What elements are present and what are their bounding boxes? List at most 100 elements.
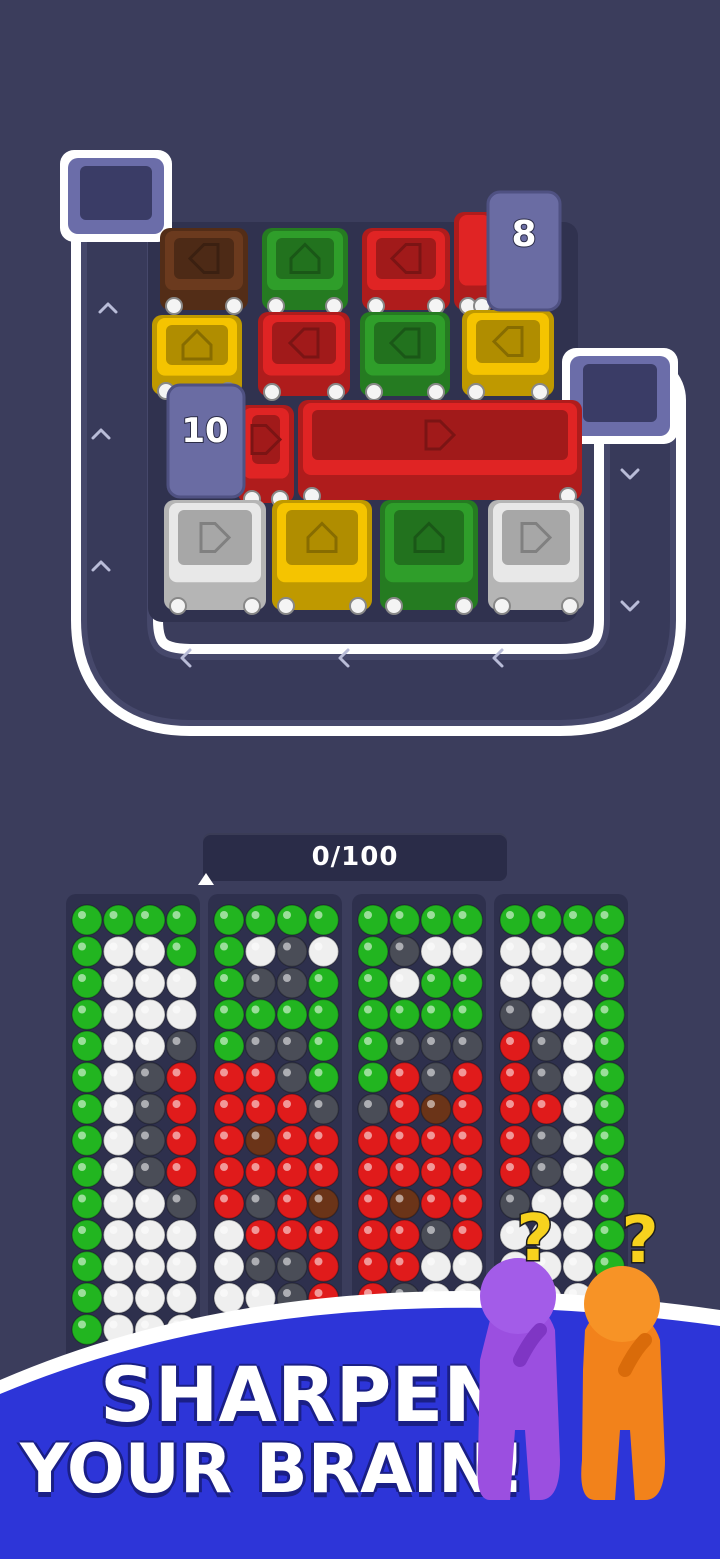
ball (213, 935, 245, 968)
truck-wheel (243, 597, 261, 615)
ball (357, 904, 389, 936)
truck-left[interactable] (360, 312, 450, 401)
ball-highlight (141, 1037, 149, 1045)
ball-highlight (600, 942, 609, 951)
ball-highlight (172, 1163, 181, 1171)
ball-highlight (283, 974, 291, 982)
counter-value-8: 8 (511, 214, 536, 255)
truck-right[interactable] (488, 500, 584, 615)
truck-right[interactable] (298, 400, 582, 505)
ball-highlight (395, 1005, 404, 1014)
ball (420, 1061, 452, 1094)
ball (499, 967, 531, 999)
truck-left[interactable] (160, 228, 248, 315)
ball (357, 1061, 389, 1094)
ball (593, 935, 626, 968)
ball (388, 1030, 421, 1062)
ball-highlight (220, 1194, 228, 1203)
ball (420, 1030, 452, 1062)
ball (388, 935, 421, 968)
ball-highlight (364, 974, 372, 982)
ball (71, 1156, 103, 1188)
ball (530, 998, 563, 1031)
ball-highlight (395, 1194, 404, 1203)
ball (244, 1030, 277, 1062)
ball-highlight (78, 1163, 86, 1171)
ball (388, 904, 421, 936)
ball (102, 1030, 135, 1062)
truck-wheel (225, 297, 243, 315)
ball-highlight (283, 1226, 291, 1234)
truck-left[interactable] (462, 310, 554, 401)
truck-up[interactable] (380, 500, 478, 615)
ball (562, 1093, 594, 1125)
ball-highlight (251, 911, 260, 919)
ball (213, 1124, 245, 1157)
ball-highlight (427, 1163, 435, 1171)
ball (213, 1030, 245, 1062)
ball-highlight (506, 1068, 514, 1077)
ball (357, 1187, 389, 1220)
ball-highlight (427, 1131, 435, 1140)
ball-highlight (78, 1131, 86, 1140)
ball (593, 904, 626, 936)
ball-highlight (427, 1226, 435, 1234)
ball (244, 1124, 277, 1157)
ball-highlight (109, 1005, 118, 1014)
ball (530, 1061, 563, 1094)
ball (593, 1093, 626, 1125)
ball-highlight (506, 911, 514, 919)
ball (71, 967, 103, 999)
ball (307, 1030, 340, 1062)
ball (213, 1156, 245, 1188)
ball (451, 1030, 484, 1062)
ball (165, 935, 198, 968)
truck-up[interactable] (262, 228, 348, 315)
truck-left[interactable] (258, 312, 350, 401)
ball (451, 1124, 484, 1157)
ball (71, 1124, 103, 1157)
ball-highlight (506, 1037, 514, 1045)
ball (165, 1219, 198, 1251)
truck-right[interactable] (238, 405, 294, 508)
ball-highlight (600, 1163, 609, 1171)
ball (244, 1187, 277, 1220)
ball (134, 1093, 166, 1125)
ball (388, 1061, 421, 1094)
ball-highlight (506, 1131, 514, 1140)
ball (357, 967, 389, 999)
ball (307, 904, 340, 936)
ball-highlight (283, 1005, 291, 1014)
ball-highlight (172, 942, 181, 951)
ball (530, 904, 563, 936)
truck-left[interactable] (362, 228, 450, 315)
progress-label: 0/100 (311, 842, 399, 872)
ball-highlight (395, 942, 404, 951)
ball-highlight (427, 1005, 435, 1014)
ball (307, 1093, 340, 1125)
truck-right[interactable] (164, 500, 266, 615)
ball (244, 904, 277, 936)
ball-highlight (172, 1100, 181, 1108)
truck-up[interactable] (272, 500, 372, 615)
purple-character-icon: ? (477, 1201, 560, 1500)
ball-highlight (283, 911, 291, 919)
ball-highlight (364, 911, 372, 919)
ball (244, 967, 277, 999)
ball-highlight (141, 1131, 149, 1140)
ball (276, 1187, 308, 1220)
ball-highlight (220, 911, 228, 919)
ball-highlight (283, 1131, 291, 1140)
ball-highlight (141, 1100, 149, 1108)
ball (276, 935, 308, 968)
ball (451, 1093, 484, 1125)
ball-highlight (395, 1226, 404, 1234)
ball-highlight (251, 942, 260, 951)
ball (213, 1093, 245, 1125)
ball (307, 1124, 340, 1157)
ball-highlight (395, 1131, 404, 1140)
ball-highlight (537, 974, 546, 982)
ball-highlight (251, 1226, 260, 1234)
ball-highlight (220, 1131, 228, 1140)
ball (451, 904, 484, 936)
